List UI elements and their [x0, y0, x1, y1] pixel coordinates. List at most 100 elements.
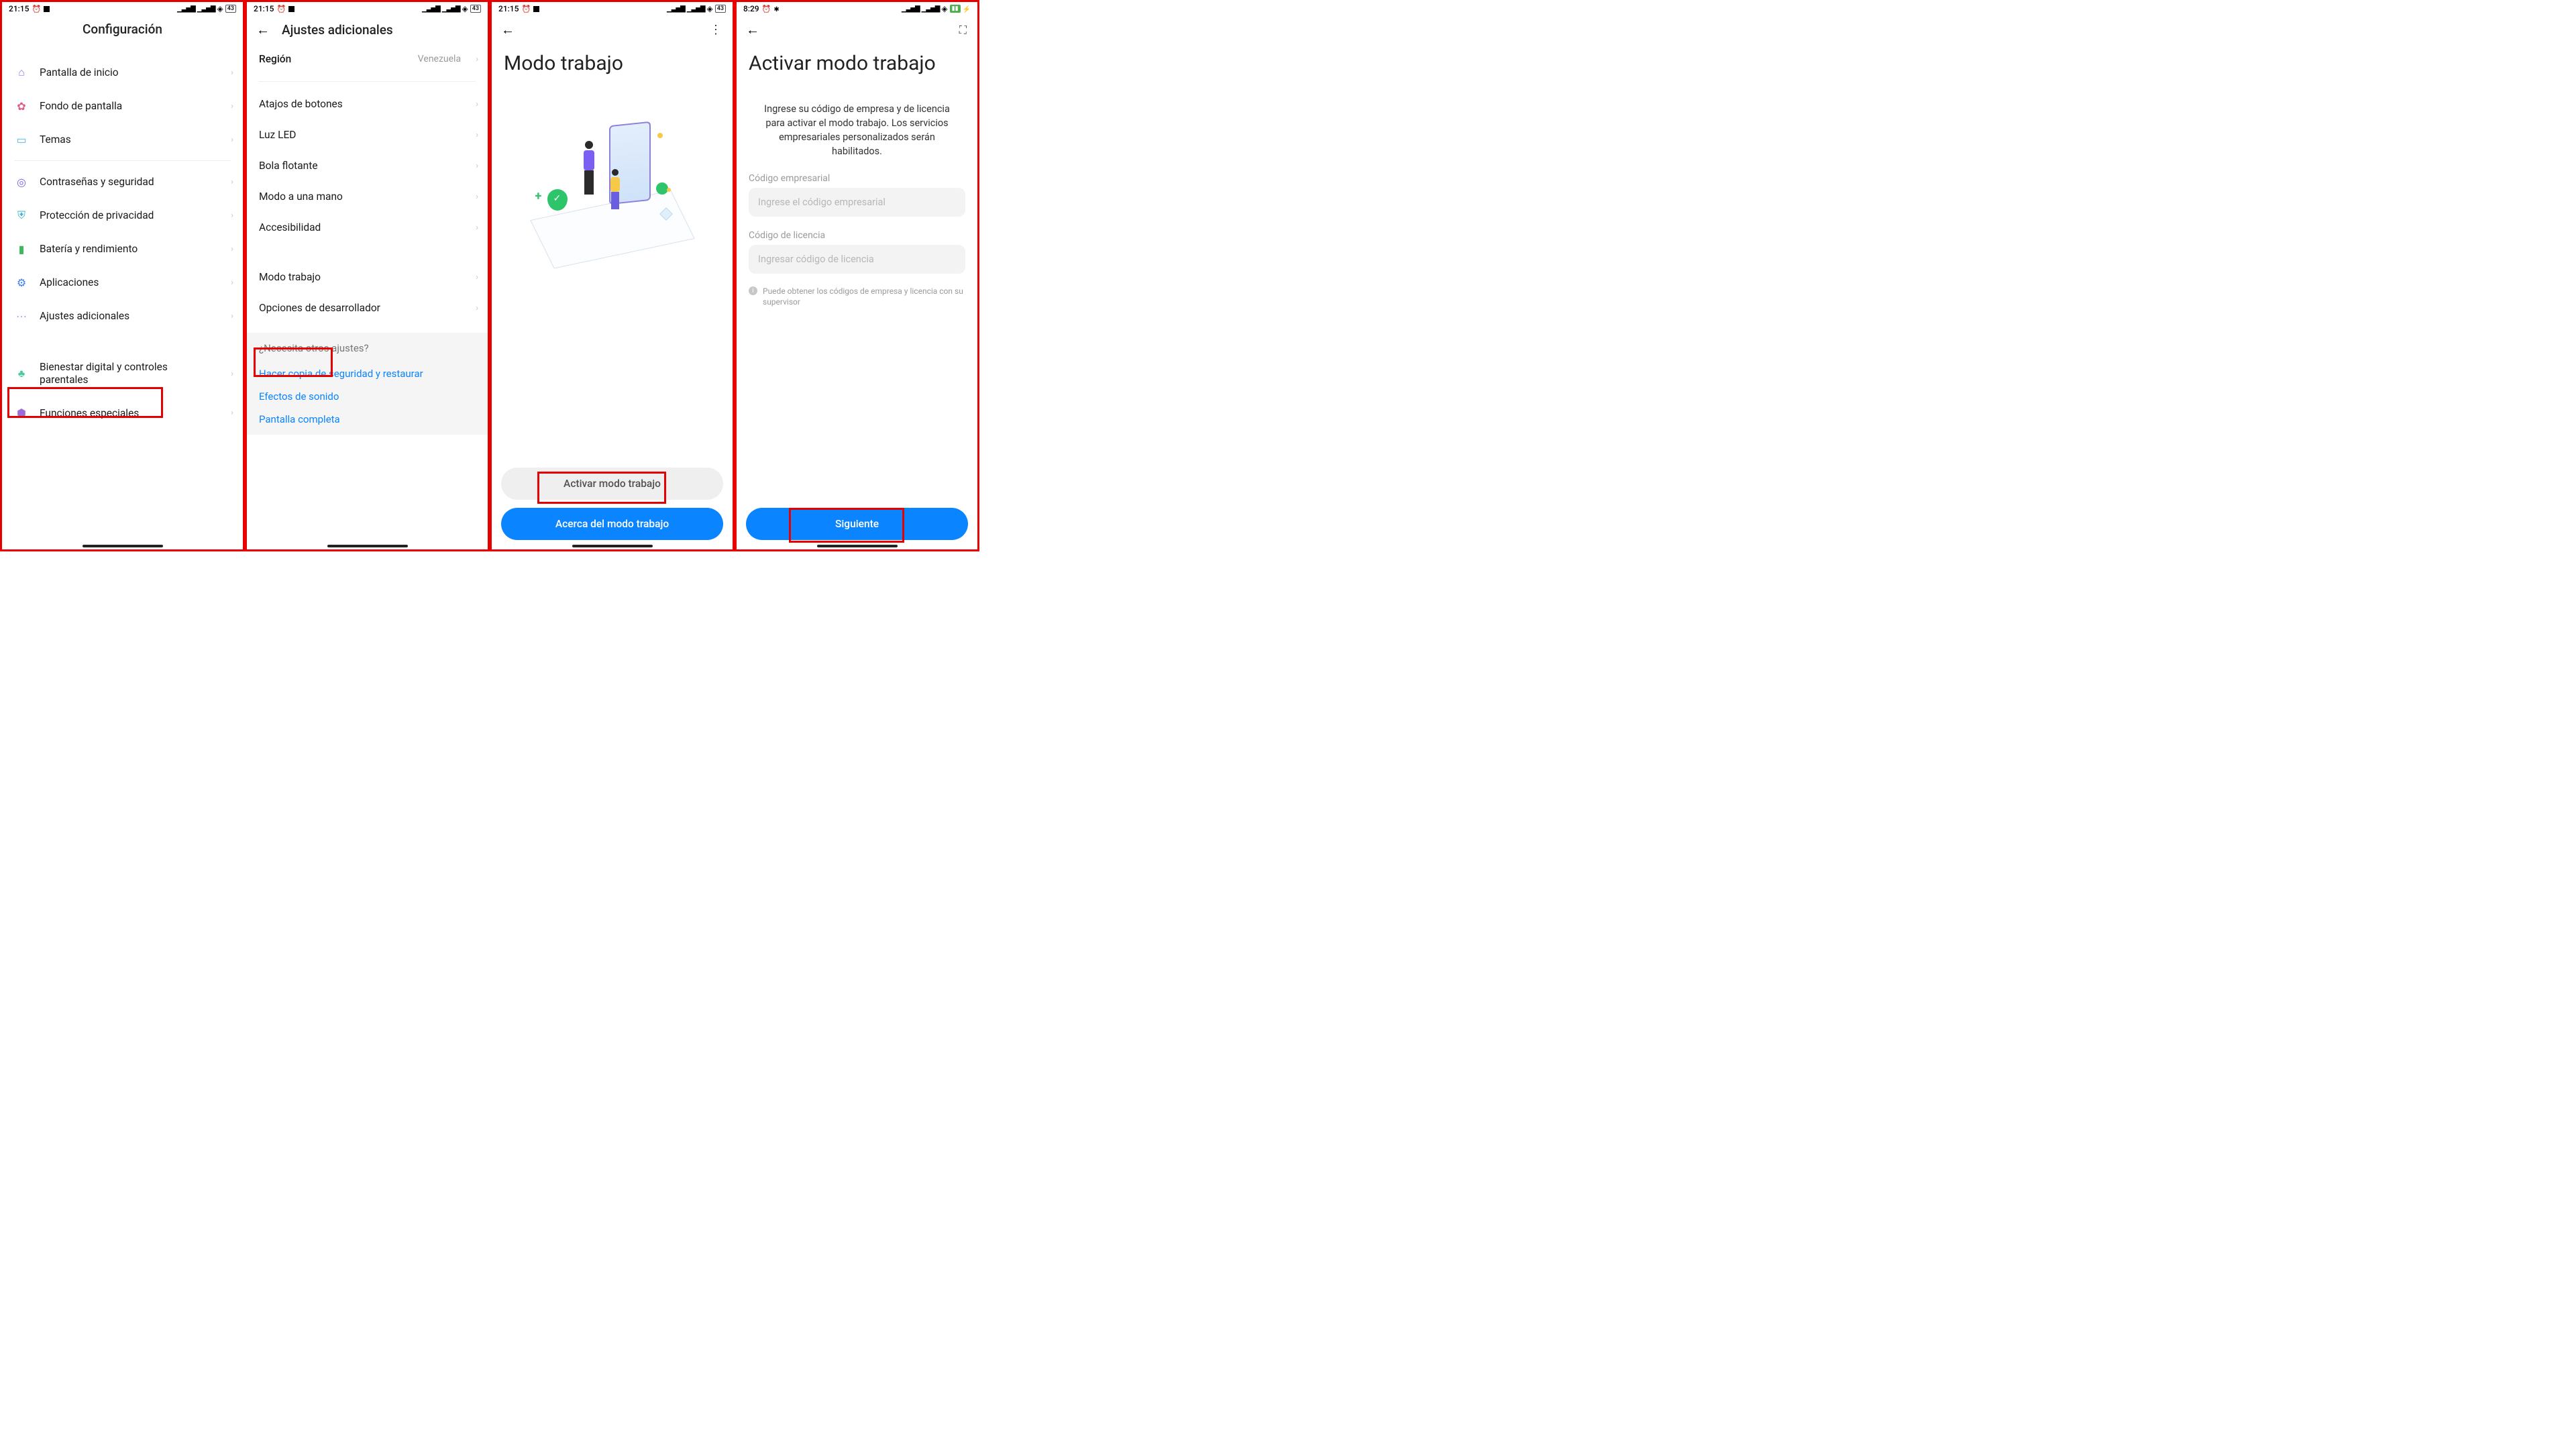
- square-icon: [288, 6, 294, 12]
- additional-list: Región Venezuela › Atajos de botones › L…: [247, 44, 488, 549]
- status-time: 8:29: [743, 4, 759, 13]
- home-indicator[interactable]: [83, 545, 163, 547]
- form-group-license: Código de licencia Ingresar código de li…: [737, 227, 977, 284]
- wallpaper-icon: ✿: [14, 99, 29, 113]
- work-mode-content: + Activar modo trabajo Acerca del modo t…: [492, 82, 733, 549]
- form-group-corp: Código empresarial Ingrese el código emp…: [737, 170, 977, 227]
- info-icon: i: [749, 286, 757, 295]
- shield-icon: ⛨: [14, 208, 29, 223]
- wifi-icon: ◈: [707, 4, 713, 13]
- settings-item-privacy[interactable]: ⛨ Protección de privacidad ›: [2, 199, 243, 232]
- link-fullscreen[interactable]: Pantalla completa: [259, 408, 476, 431]
- settings-item-region[interactable]: Región Venezuela ›: [247, 44, 488, 74]
- signal-icon: ▁▃▅▇: [422, 5, 440, 13]
- corp-code-label: Código empresarial: [749, 173, 965, 184]
- settings-list: ▬ control › ⌂ Pantalla de inicio › ✿ Fon…: [2, 42, 243, 549]
- chevron-right-icon: ›: [231, 101, 233, 111]
- settings-item-passwords[interactable]: ◎ Contraseñas y seguridad ›: [2, 165, 243, 199]
- status-bar: 21:15 ▁▃▅▇ ▁▃▅▇ ◈ 43: [247, 2, 488, 15]
- label: Bienestar digital y controles parentales: [40, 361, 216, 387]
- bell-icon: ▬: [14, 42, 29, 46]
- action-buttons: Activar modo trabajo Acerca del modo tra…: [492, 468, 733, 540]
- home-indicator[interactable]: [327, 545, 408, 547]
- home-indicator[interactable]: [572, 545, 653, 547]
- special-icon: ⬢: [14, 406, 29, 421]
- status-time: 21:15: [254, 4, 274, 13]
- back-button[interactable]: ←: [501, 21, 515, 38]
- settings-item-led[interactable]: Luz LED ›: [247, 119, 488, 150]
- home-indicator[interactable]: [817, 545, 898, 547]
- other-settings-section: ¿Necesita otros ajustes? Hacer copia de …: [247, 333, 488, 435]
- settings-item-work-mode[interactable]: Modo trabajo ›: [247, 262, 488, 292]
- signal-icon: ▁▃▅▇: [687, 5, 705, 13]
- themes-icon: ▭: [14, 132, 29, 147]
- dots-icon: ⋯: [14, 309, 29, 323]
- label: Atajos de botones: [259, 98, 461, 110]
- settings-item-battery[interactable]: ▮ Batería y rendimiento ›: [2, 232, 243, 266]
- corp-code-input[interactable]: Ingrese el código empresarial: [749, 188, 965, 217]
- back-button[interactable]: ←: [746, 21, 759, 38]
- chevron-right-icon: ›: [231, 177, 233, 187]
- license-code-label: Código de licencia: [749, 230, 965, 241]
- back-button[interactable]: ←: [256, 21, 270, 38]
- next-button[interactable]: Siguiente: [746, 508, 968, 540]
- battery-icon: 43: [470, 5, 481, 13]
- more-menu-button[interactable]: ⋮: [710, 23, 722, 37]
- app-header: ← Ajustes adicionales: [247, 15, 488, 44]
- chevron-right-icon: ›: [231, 278, 233, 288]
- signal-icon: ▁▃▅▇: [667, 5, 685, 13]
- settings-item-developer[interactable]: Opciones de desarrollador ›: [247, 292, 488, 323]
- link-sound[interactable]: Efectos de sonido: [259, 385, 476, 408]
- action-buttons: Siguiente: [737, 508, 977, 540]
- status-bar: 21:15 ▁▃▅▇ ▁▃▅▇ ◈ 43: [492, 2, 733, 15]
- chevron-right-icon: ›: [476, 303, 478, 313]
- page-title: Configuración: [83, 21, 162, 37]
- charging-icon: [963, 4, 971, 13]
- battery-icon: ▮: [14, 241, 29, 256]
- settings-item-accessibility[interactable]: Accesibilidad ›: [247, 212, 488, 243]
- label: Luz LED: [259, 129, 461, 141]
- settings-item-home[interactable]: ⌂ Pantalla de inicio ›: [2, 56, 243, 89]
- page-title: Modo trabajo: [492, 38, 733, 82]
- settings-item-special[interactable]: ⬢ Funciones especiales ›: [2, 396, 243, 430]
- signal-icon: ▁▃▅▇: [902, 5, 920, 13]
- label: Accesibilidad: [259, 221, 461, 233]
- screen-settings: 21:15 ▁▃▅▇ ▁▃▅▇ ◈ 43 Configuración ▬ con…: [0, 0, 245, 551]
- signal-icon: ▁▃▅▇: [177, 5, 195, 13]
- settings-item-wellbeing[interactable]: ♣ Bienestar digital y controles parental…: [2, 352, 243, 396]
- label: Modo trabajo: [259, 271, 461, 283]
- status-time: 21:15: [9, 4, 29, 13]
- chevron-right-icon: ›: [476, 130, 478, 140]
- scan-icon[interactable]: ⛶: [959, 23, 967, 37]
- chevron-right-icon: ›: [231, 408, 233, 418]
- wifi-icon: ◈: [941, 4, 947, 13]
- square-icon: [533, 6, 539, 12]
- settings-item-wallpaper[interactable]: ✿ Fondo de pantalla ›: [2, 89, 243, 123]
- settings-item-floating-ball[interactable]: Bola flotante ›: [247, 150, 488, 181]
- settings-item-onehand[interactable]: Modo a una mano ›: [247, 181, 488, 212]
- alarm-icon: [762, 4, 771, 13]
- battery-icon: 43: [715, 5, 726, 13]
- link-backup[interactable]: Hacer copia de seguridad y restaurar: [259, 362, 476, 385]
- settings-item-shortcuts[interactable]: Atajos de botones ›: [247, 89, 488, 119]
- alarm-icon: [276, 4, 286, 13]
- shield-check-icon: [547, 189, 568, 211]
- settings-item-apps[interactable]: ⚙ Aplicaciones ›: [2, 266, 243, 299]
- settings-item-additional[interactable]: ⋯ Ajustes adicionales ›: [2, 299, 243, 333]
- form-hint: i Puede obtener los códigos de empresa y…: [737, 284, 977, 307]
- license-code-input[interactable]: Ingresar código de licencia: [749, 245, 965, 274]
- settings-item-themes[interactable]: ▭ Temas ›: [2, 123, 243, 156]
- hint-text: Puede obtener los códigos de empresa y l…: [763, 286, 965, 307]
- activate-work-mode-button[interactable]: Activar modo trabajo: [501, 468, 723, 500]
- chevron-right-icon: ›: [231, 311, 233, 321]
- divider: [259, 81, 476, 82]
- wifi-icon: ◈: [217, 4, 223, 13]
- chevron-right-icon: ›: [231, 244, 233, 254]
- about-work-mode-button[interactable]: Acerca del modo trabajo: [501, 508, 723, 540]
- status-bar: 21:15 ▁▃▅▇ ▁▃▅▇ ◈ 43: [2, 2, 243, 15]
- settings-item-notifications[interactable]: ▬ control ›: [2, 42, 243, 56]
- chevron-right-icon: ›: [476, 192, 478, 202]
- signal-icon: ▁▃▅▇: [197, 5, 215, 13]
- other-settings-question: ¿Necesita otros ajustes?: [259, 342, 476, 354]
- chevron-right-icon: ›: [231, 369, 233, 379]
